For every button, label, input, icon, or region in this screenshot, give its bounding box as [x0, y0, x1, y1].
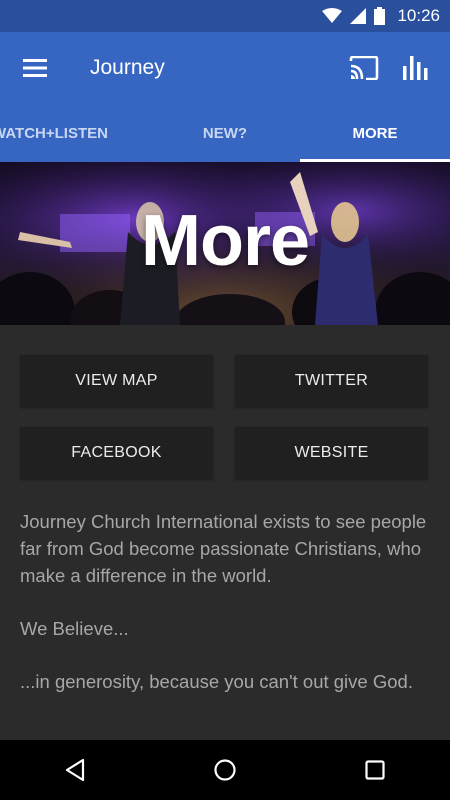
facebook-button[interactable]: FACEBOOK: [20, 427, 213, 479]
we-believe-heading: We Believe...: [20, 618, 129, 639]
tab-more[interactable]: MORE: [300, 104, 450, 162]
bar-chart-icon[interactable]: [390, 32, 442, 104]
about-text: Journey Church International exists to s…: [20, 508, 435, 721]
mission-statement: Journey Church International exists to s…: [20, 511, 427, 586]
website-button[interactable]: WEBSITE: [235, 427, 428, 479]
status-bar: 10:26: [0, 0, 450, 32]
tab-watch-listen[interactable]: WATCH+LISTEN: [0, 104, 150, 162]
belief-generosity: ...in generosity, because you can't out …: [20, 671, 413, 692]
home-icon[interactable]: [185, 740, 265, 800]
cast-icon[interactable]: [338, 32, 390, 104]
app-bar: Journey: [0, 32, 450, 104]
battery-icon: [374, 7, 386, 25]
twitter-button[interactable]: TWITTER: [235, 355, 428, 407]
back-icon[interactable]: [35, 740, 115, 800]
recents-icon[interactable]: [335, 740, 415, 800]
tab-bar: WATCH+LISTEN NEW? MORE: [0, 104, 450, 162]
hero-title: More: [140, 201, 310, 281]
app-title: Journey: [90, 56, 165, 79]
clock: 10:26: [397, 6, 440, 25]
hero-banner: More: [0, 162, 450, 325]
link-buttons: VIEW MAP TWITTER FACEBOOK WEBSITE: [20, 355, 430, 479]
hamburger-menu-icon[interactable]: [0, 32, 70, 104]
signal-icon: [350, 8, 367, 24]
view-map-button[interactable]: VIEW MAP: [20, 355, 213, 407]
tab-new[interactable]: NEW?: [150, 104, 300, 162]
wifi-icon: [322, 8, 343, 24]
system-nav-bar: [0, 740, 450, 800]
